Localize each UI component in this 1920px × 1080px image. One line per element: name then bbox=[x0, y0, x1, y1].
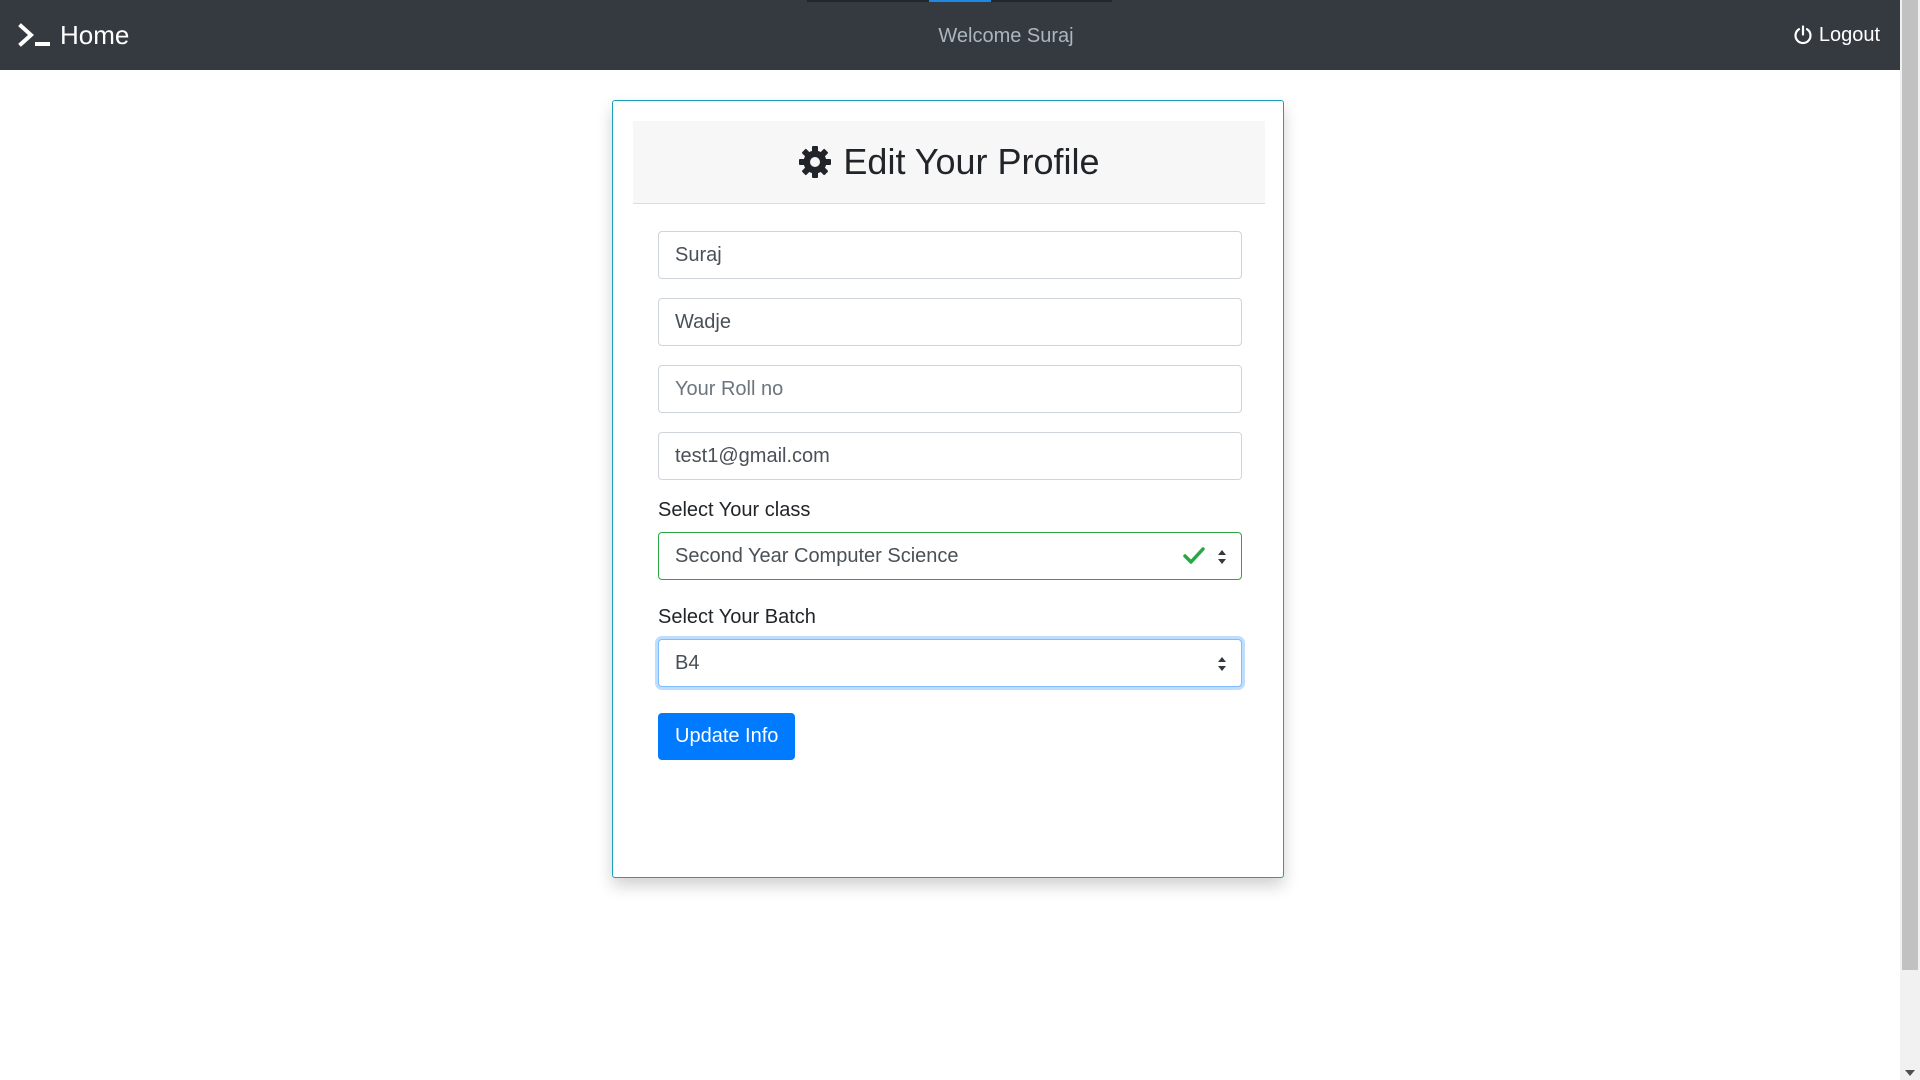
page-title: Edit Your Profile bbox=[843, 141, 1100, 182]
nav-indicator bbox=[807, 0, 1112, 2]
batch-select-label: Select Your Batch bbox=[658, 606, 816, 628]
terminal-icon bbox=[18, 23, 50, 47]
logout-link[interactable]: Logout bbox=[1793, 0, 1880, 70]
scrollbar-thumb[interactable] bbox=[1902, 0, 1918, 970]
email-field[interactable] bbox=[658, 432, 1242, 480]
page-scrollbar[interactable] bbox=[1900, 0, 1920, 1080]
logout-label: Logout bbox=[1818, 23, 1880, 46]
profile-form: Select Your class Second Year Computer S… bbox=[658, 231, 1242, 760]
check-icon bbox=[1183, 547, 1205, 564]
home-link-label: Home bbox=[60, 19, 130, 50]
updown-arrow-icon bbox=[1218, 550, 1226, 564]
nav-indicator-active bbox=[929, 0, 991, 2]
updown-arrow-icon bbox=[1218, 657, 1226, 671]
home-link[interactable]: Home bbox=[18, 0, 129, 70]
last-name-field[interactable] bbox=[658, 298, 1242, 346]
roll-no-field[interactable] bbox=[658, 365, 1242, 413]
update-info-button[interactable]: Update Info bbox=[658, 713, 796, 760]
card-header: Edit Your Profile bbox=[633, 121, 1265, 204]
page: Home Welcome Suraj Logout Edit Your Prof… bbox=[0, 0, 1920, 1080]
power-icon bbox=[1794, 25, 1812, 45]
gear-icon bbox=[799, 146, 832, 178]
welcome-text: Welcome Suraj bbox=[938, 25, 1074, 47]
batch-select[interactable]: B4 bbox=[658, 639, 1242, 687]
class-select-value: Second Year Computer Science bbox=[675, 544, 959, 567]
class-select[interactable]: Second Year Computer Science bbox=[658, 532, 1242, 580]
edit-profile-card: Edit Your Profile Select Your class Seco… bbox=[612, 100, 1284, 878]
first-name-field[interactable] bbox=[658, 231, 1242, 279]
navbar: Home Welcome Suraj Logout bbox=[0, 0, 1900, 70]
scroll-down-icon[interactable] bbox=[1905, 1070, 1915, 1076]
batch-select-value: B4 bbox=[675, 651, 700, 674]
class-select-label: Select Your class bbox=[658, 499, 811, 521]
